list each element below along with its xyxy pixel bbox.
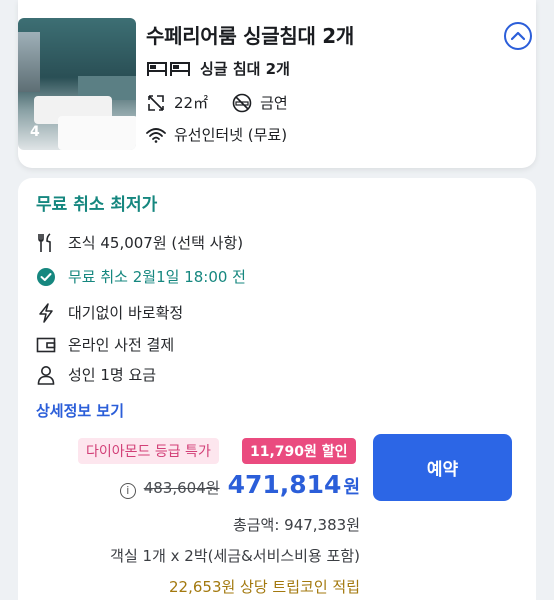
rate-title: 무료 취소 최저가 [36,195,158,215]
instant-confirm-label: 대기없이 바로확정 [68,304,184,322]
feature-payment: 온라인 사전 결제 [36,334,174,355]
original-price: 483,604원 [143,479,220,497]
collapse-button[interactable] [504,22,532,50]
trip-coin-note: 22,653원 상당 트립코인 적립 [169,578,360,596]
area-label: 22㎡ [174,94,209,112]
feature-free-cancel: 무료 취소 2월1일 18:00 전 [36,266,246,287]
area-icon [146,93,166,113]
room-title: 수페리어룸 싱글침대 2개 [146,24,354,48]
grade-badge: 다이아몬드 등급 특가 [78,438,219,464]
final-price-unit: 원 [343,477,360,498]
feature-instant-confirm: 대기없이 바로확정 [36,302,183,323]
reserve-button[interactable]: 예약 [373,434,512,501]
payment-label: 온라인 사전 결제 [68,336,175,354]
check-circle-icon [36,267,56,287]
internet-label: 유선인터넷 (무료) [174,126,288,144]
feature-guests: 성인 1명 요금 [36,364,156,385]
no-smoking-icon [232,93,252,113]
price-row: i 483,604원 471,814 원 [119,470,360,499]
bed-info: 싱글 침대 2개 [146,58,290,79]
window-graphic [18,32,40,92]
bed-label: 싱글 침대 2개 [200,60,290,78]
final-price: 471,814 [227,470,342,499]
feature-breakfast: 조식 45,007원 (선택 사항) [36,232,243,253]
utensils-icon [36,232,56,253]
twin-bed-icon [146,59,192,79]
free-cancel-label: 무료 취소 2월1일 18:00 전 [68,268,246,286]
internet-info: 유선인터넷 (무료) [146,124,287,145]
info-icon[interactable]: i [119,482,136,499]
total-price: 총금액: 947,383원 [232,516,360,534]
room-specs: 22㎡ 금연 [146,92,288,113]
smoking-label: 금연 [260,94,288,112]
discount-badge: 11,790원 할인 [242,438,356,464]
wifi-icon [146,125,166,145]
person-icon [36,365,56,385]
guests-label: 성인 1명 요금 [68,366,157,384]
bed-graphic [58,116,136,150]
chevron-up-icon [511,31,525,41]
breakfast-label: 조식 45,007원 (선택 사항) [68,234,244,252]
room-thumbnail[interactable]: 4 [18,18,136,150]
stay-note: 객실 1개 x 2박(세금&서비스비용 포함) [110,547,360,565]
image-count: 4 [30,124,40,140]
details-link[interactable]: 상세정보 보기 [36,400,124,421]
wallet-icon [36,335,56,355]
lightning-icon [36,302,56,323]
